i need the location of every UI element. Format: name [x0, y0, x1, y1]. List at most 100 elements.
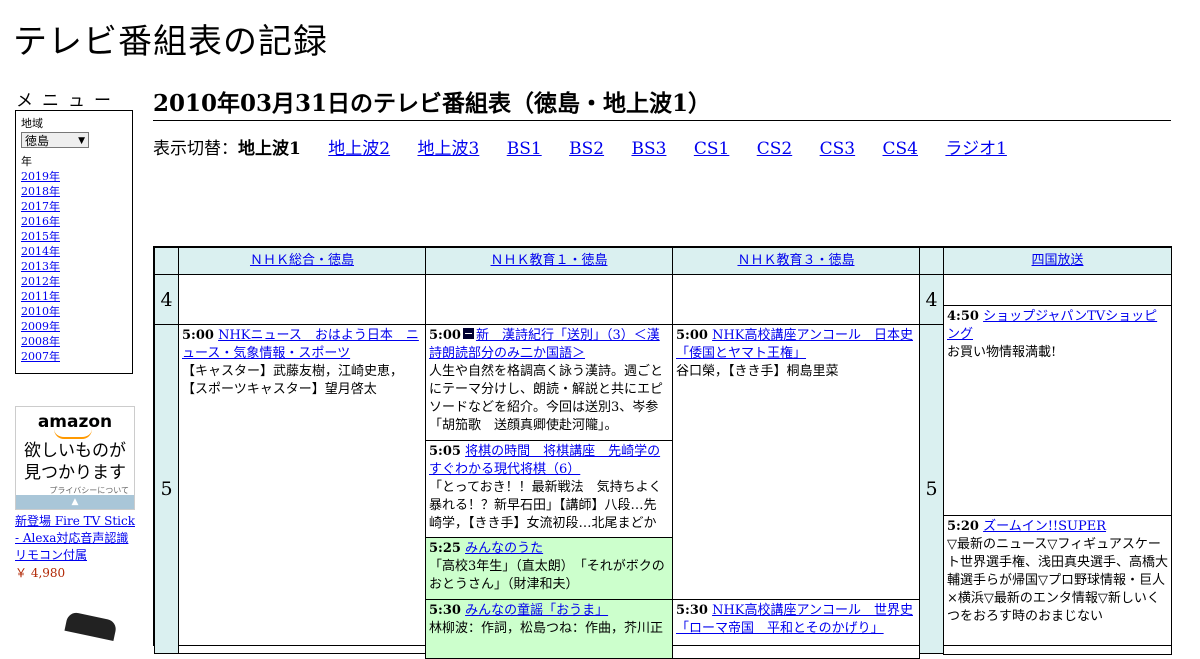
program-desc: 人生や自然を格調高く詠う漢詩。週ごとにテーマ分けし、朗読・解説と共にエピソードな…	[429, 364, 664, 433]
program-cell-empty	[425, 274, 673, 325]
hour-cell-5: 5	[919, 324, 944, 654]
program-title-link[interactable]: ショップジャパンTVショッピング	[947, 309, 1157, 342]
channel-link-nhk-sogo[interactable]: ＮＨＫ総合・徳島	[250, 253, 354, 268]
program-time: 5:00	[182, 328, 214, 343]
fire-tv-remote-image[interactable]	[64, 611, 118, 641]
program-time: 5:00	[429, 328, 461, 343]
hour-cell-4: 4	[154, 274, 179, 325]
switch-link-chijouha3[interactable]: 地上波3	[417, 139, 479, 159]
switch-link-chijouha2[interactable]: 地上波2	[328, 139, 390, 159]
channel-header: ＮＨＫ教育１・徳島	[425, 247, 673, 275]
program-cell: 5:05 将棋の時間 将棋講座 先崎学のすぐわかる現代将棋（6） 「とっておき！…	[425, 440, 673, 538]
year-label: 年	[21, 155, 32, 168]
program-desc: 【キャスター】武藤友樹，江崎史恵，【スポーツキャスター】望月啓太	[182, 364, 404, 397]
ad-copy-line2: 見つかります	[24, 463, 126, 483]
channel-header: 四国放送	[943, 247, 1172, 275]
sidebar-menu: 地域 徳島 ▼ 年 2019年 2018年 2017年 2016年 2015年 …	[15, 110, 133, 374]
amazon-ad-banner[interactable]: amazon 欲しいものが 見つかります プライバシーについて ▲	[15, 406, 135, 510]
switch-link-bs3[interactable]: BS3	[631, 139, 666, 159]
hour-column-right: 4 5	[919, 247, 944, 654]
program-time: 5:30	[429, 603, 461, 618]
switch-link-radio1[interactable]: ラジオ1	[945, 139, 1006, 159]
program-desc: 林柳波：作詞，松島つね：作曲，芥川正	[429, 621, 664, 636]
program-cell-highlight: 5:25 みんなのうた 「高校3年生」（直太朗） 「それがボクのおとうさん」（財…	[425, 537, 673, 600]
hour-cell-5: 5	[154, 324, 179, 654]
switch-link-bs1[interactable]: BS1	[507, 139, 542, 159]
schedule-grid: 4 5 ＮＨＫ総合・徳島 5:00 NHKニュース おはよう日本 ニュース・気象…	[153, 246, 1172, 659]
year-link-2007[interactable]: 2007年	[21, 349, 132, 364]
hour-cell-4: 4	[919, 274, 944, 325]
amazon-smile-icon	[54, 429, 92, 439]
ad-price: ￥ 4,980	[15, 566, 66, 580]
site-title: テレビ番組表の記録	[13, 22, 328, 62]
program-desc: 谷口榮，【きき手】桐島里菜	[676, 364, 839, 379]
program-time: 5:20	[947, 519, 979, 534]
program-cell: 5:00 NHKニュース おはよう日本 ニュース・気象情報・スポーツ 【キャスタ…	[178, 324, 426, 654]
hour-header-blank	[919, 247, 944, 275]
program-desc: 「とっておき！！最新戦法 気持ちよく暴れる！？新早石田」【講師】八段…先崎学，【…	[429, 480, 662, 531]
channel-column-nhk-edu3: ＮＨＫ教育３・徳島 5:00 NHK高校講座アンコール 日本史「倭国とヤマト王権…	[672, 247, 920, 659]
switch-link-cs1[interactable]: CS1	[694, 139, 729, 159]
program-title-link[interactable]: ズームイン!!SUPER	[983, 519, 1106, 534]
year-link-2009[interactable]: 2009年	[21, 319, 132, 334]
channel-column-nhk-edu1: ＮＨＫ教育１・徳島 5:00 新 漢詩紀行「送別」（3）＜漢詩朗読部分のみ二か国語…	[425, 247, 673, 659]
year-link-2013[interactable]: 2013年	[21, 259, 132, 274]
program-cell-empty	[178, 274, 426, 325]
program-desc: ▽最新のニュース▽フィギュアスケート世界選手権、浅田真央選手、高橋大輔選手らが帰…	[947, 537, 1169, 624]
channel-header: ＮＨＫ総合・徳島	[178, 247, 426, 275]
switch-link-cs4[interactable]: CS4	[883, 139, 918, 159]
program-time: 5:00	[676, 328, 708, 343]
program-time: 5:05	[429, 444, 461, 459]
switch-link-cs3[interactable]: CS3	[820, 139, 855, 159]
program-title-link[interactable]: NHK高校講座アンコール 日本史「倭国とヤマト王権」	[676, 328, 913, 361]
year-link-2019[interactable]: 2019年	[21, 169, 132, 184]
hour-header-blank	[154, 247, 179, 275]
data-broadcast-icon	[462, 328, 474, 339]
page-title: 2010年03月31日のテレビ番組表（徳島・地上波1）	[153, 84, 1171, 121]
program-title-link[interactable]: 将棋の時間 将棋講座 先崎学のすぐわかる現代将棋（6）	[429, 444, 660, 477]
year-link-2014[interactable]: 2014年	[21, 244, 132, 259]
program-time: 5:25	[429, 541, 461, 556]
program-desc: お買い物情報満載!	[947, 345, 1057, 360]
channel-link-shikoku[interactable]: 四国放送	[1031, 253, 1083, 268]
ad-block: amazon 欲しいものが 見つかります プライバシーについて ▲ 新登場 Fi…	[15, 406, 135, 581]
year-link-2008[interactable]: 2008年	[21, 334, 132, 349]
program-desc: 「高校3年生」（直太朗） 「それがボクのおとうさん」（財津和夫）	[429, 559, 665, 592]
program-title-link[interactable]: NHKニュース おはよう日本 ニュース・気象情報・スポーツ	[182, 328, 419, 361]
program-cell-highlight: 5:30 みんなの童謡「おうま」 林柳波：作詞，松島つね：作曲，芥川正	[425, 599, 673, 659]
program-cell: 5:00 新 漢詩紀行「送別」（3）＜漢詩朗読部分のみ二か国語＞ 人生や自然を格調…	[425, 324, 673, 441]
region-label: 地域	[21, 117, 43, 130]
year-link-2016[interactable]: 2016年	[21, 214, 132, 229]
program-cell-empty	[943, 274, 1172, 306]
program-cell: 5:20 ズームイン!!SUPER ▽最新のニュース▽フィギュアスケート世界選手…	[943, 515, 1172, 655]
year-link-2015[interactable]: 2015年	[21, 229, 132, 244]
program-cell: 5:00 NHK高校講座アンコール 日本史「倭国とヤマト王権」 谷口榮，【きき手…	[672, 324, 920, 600]
region-select[interactable]: 徳島 ▼	[21, 132, 89, 148]
menu-heading: メニュー	[16, 91, 120, 111]
program-title-link[interactable]: みんなの童謡「おうま」	[465, 603, 608, 618]
year-list: 2019年 2018年 2017年 2016年 2015年 2014年 2013…	[21, 169, 132, 364]
switch-label: 表示切替：	[153, 139, 238, 159]
switch-link-bs2[interactable]: BS2	[569, 139, 604, 159]
channel-link-nhk-edu1[interactable]: ＮＨＫ教育１・徳島	[490, 253, 607, 268]
switch-link-cs2[interactable]: CS2	[757, 139, 792, 159]
year-link-2011[interactable]: 2011年	[21, 289, 132, 304]
program-time: 5:30	[676, 603, 708, 618]
channel-column-nhk-sogo: ＮＨＫ総合・徳島 5:00 NHKニュース おはよう日本 ニュース・気象情報・ス…	[178, 247, 426, 654]
chevron-down-icon: ▼	[78, 136, 85, 146]
ad-expand-bar[interactable]: ▲	[16, 495, 134, 509]
program-cell: 4:50 ショップジャパンTVショッピング お買い物情報満載!	[943, 305, 1172, 516]
channel-link-nhk-edu3[interactable]: ＮＨＫ教育３・徳島	[737, 253, 854, 268]
program-time: 4:50	[947, 309, 979, 324]
year-link-2010[interactable]: 2010年	[21, 304, 132, 319]
year-link-2018[interactable]: 2018年	[21, 184, 132, 199]
channel-header: ＮＨＫ教育３・徳島	[672, 247, 920, 275]
ad-product-link[interactable]: 新登場 Fire TV Stick - Alexa対応音声認識リモコン付属	[15, 513, 135, 564]
channel-column-shikoku: 四国放送 4:50 ショップジャパンTVショッピング お買い物情報満載! 5:2…	[943, 247, 1172, 655]
year-link-2017[interactable]: 2017年	[21, 199, 132, 214]
switch-current: 地上波1	[238, 139, 301, 159]
year-link-2012[interactable]: 2012年	[21, 274, 132, 289]
program-title-link[interactable]: NHK高校講座アンコール 世界史「ローマ帝国 平和とそのかげり」	[676, 603, 913, 636]
program-title-link[interactable]: みんなのうた	[465, 541, 543, 556]
hour-column-left: 4 5	[154, 247, 179, 654]
